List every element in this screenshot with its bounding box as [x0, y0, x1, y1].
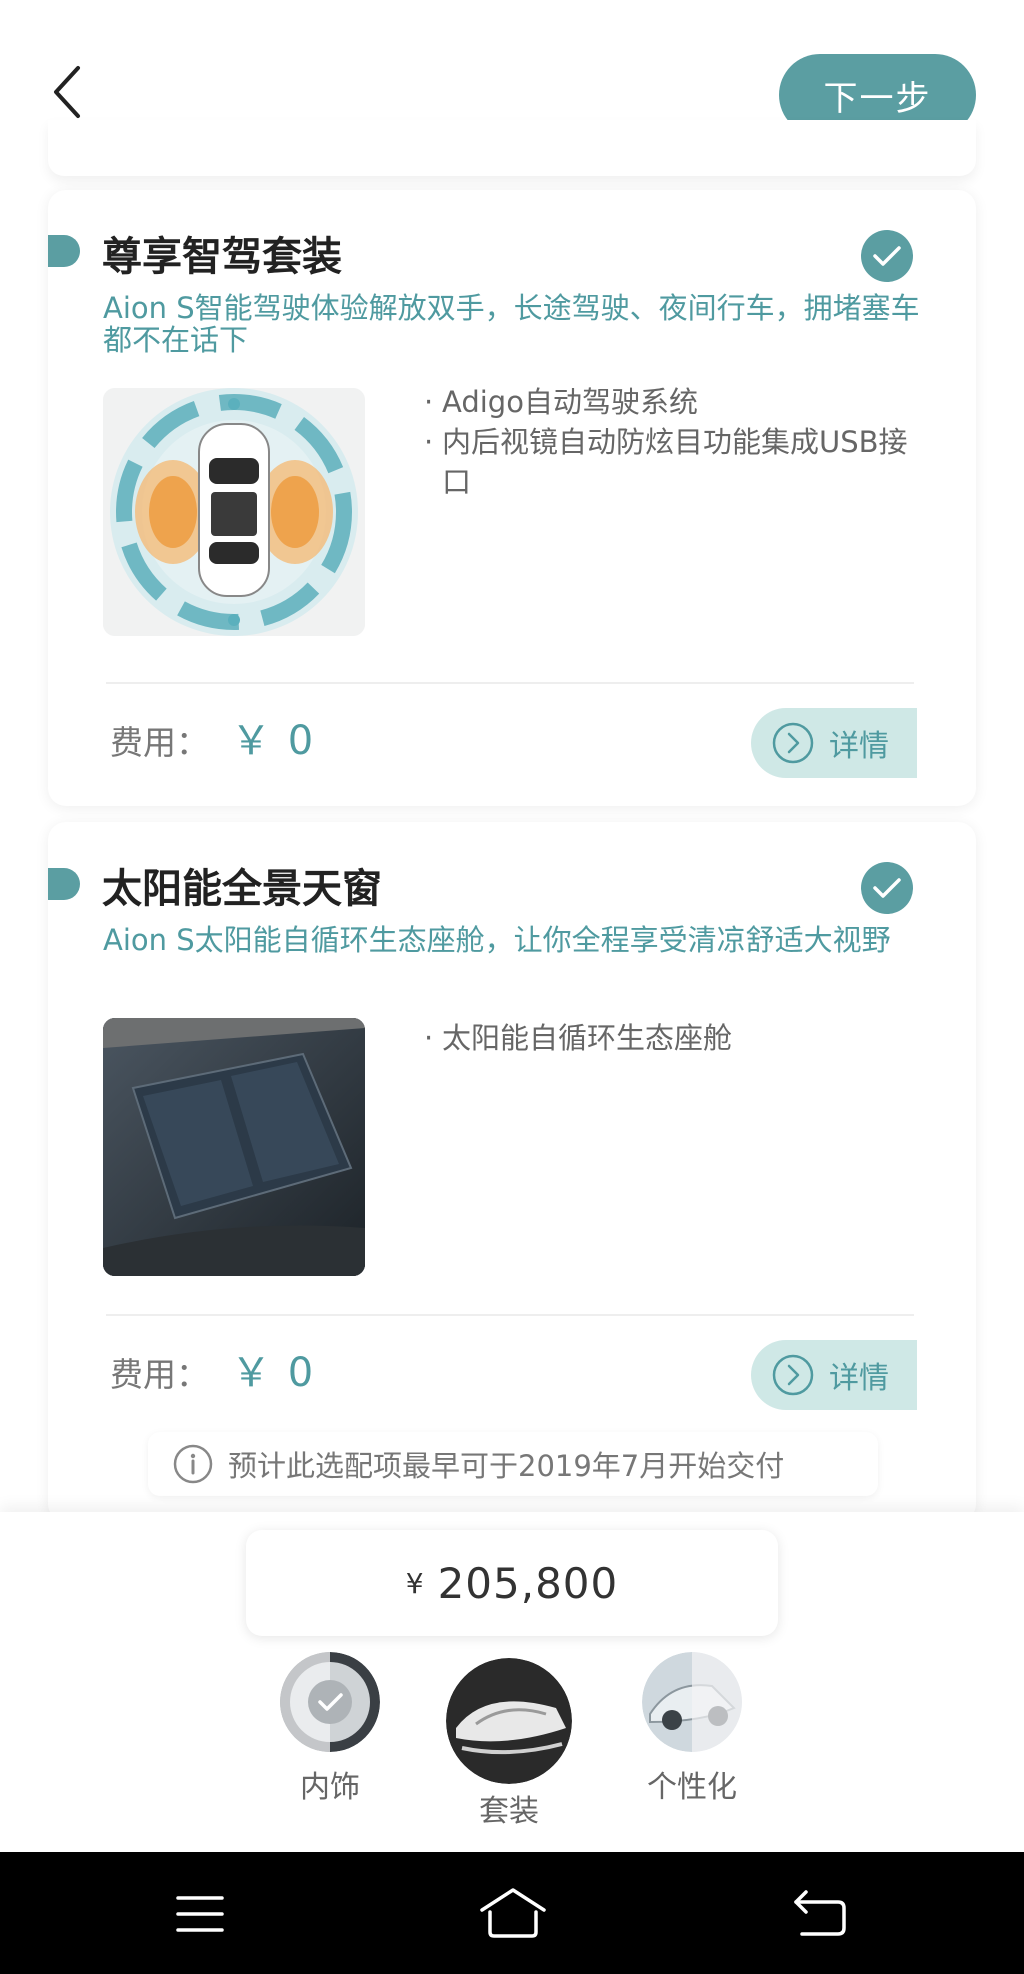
total-price-box: ¥ 205,800	[246, 1530, 778, 1636]
package-select-checkbox[interactable]	[861, 230, 913, 282]
details-button[interactable]: 详情	[751, 1340, 917, 1410]
feature-item: Adigo自动驾驶系统	[424, 382, 924, 422]
currency-symbol: ¥	[405, 1566, 424, 1600]
package-card-solar-sunroof: 太阳能全景天窗 Aion S太阳能自循环生态座舱，让你全程享受清凉舒适大视野 太…	[48, 822, 976, 1522]
fee-value: ￥ 0	[231, 718, 316, 764]
package-select-checkbox[interactable]	[861, 862, 913, 914]
fee-value: ￥ 0	[231, 1350, 316, 1396]
package-title: 太阳能全景天窗	[102, 866, 382, 912]
home-icon	[480, 1888, 546, 1938]
personalize-step-icon	[642, 1652, 742, 1752]
fee-label: 费用：	[110, 1355, 209, 1394]
divider	[106, 1314, 914, 1316]
package-image	[103, 1018, 365, 1276]
tab-label: 个性化	[647, 1770, 737, 1805]
check-icon	[873, 246, 901, 266]
info-icon	[173, 1444, 213, 1484]
divider	[106, 682, 914, 684]
total-price: 205,800	[437, 1558, 619, 1608]
details-label: 详情	[829, 1361, 889, 1396]
fee-label: 费用：	[110, 723, 209, 762]
previous-card-edge	[48, 120, 976, 176]
details-label: 详情	[829, 729, 889, 764]
delivery-notice: 预计此选配项最早可于2019年7月开始交付	[148, 1432, 878, 1496]
tab-interior[interactable]: 内饰	[268, 1652, 392, 1806]
nav-home-button[interactable]	[478, 1884, 548, 1944]
chevron-left-icon	[54, 66, 80, 118]
tab-package[interactable]: 套装	[446, 1658, 572, 1830]
interior-step-icon	[280, 1652, 380, 1752]
check-icon	[873, 878, 901, 898]
bottom-summary-panel: ¥ 205,800 内饰 套装 个性化	[0, 1512, 1024, 1852]
chevron-right-circle-icon	[772, 1354, 814, 1396]
section-marker	[48, 868, 80, 900]
package-description: Aion S智能驾驶体验解放双手，长途驾驶、夜间行车，拥堵塞车都不在话下	[103, 291, 920, 357]
package-card-smart-drive: 尊享智驾套装 Aion S智能驾驶体验解放双手，长途驾驶、夜间行车，拥堵塞车都不…	[48, 190, 976, 806]
delivery-notice-text: 预计此选配项最早可于2019年7月开始交付	[228, 1449, 785, 1483]
chevron-right-circle-icon	[772, 722, 814, 764]
menu-icon	[176, 1896, 224, 1932]
system-navigation-bar	[0, 1852, 1024, 1974]
feature-item: 内后视镜自动防炫目功能集成USB接口	[424, 422, 924, 502]
back-button[interactable]	[48, 62, 88, 122]
details-button[interactable]: 详情	[751, 708, 917, 778]
tab-label: 套装	[479, 1794, 539, 1829]
feature-list: 太阳能自循环生态座舱	[424, 1018, 924, 1058]
back-icon	[794, 1890, 846, 1936]
section-marker	[48, 235, 80, 267]
feature-list: Adigo自动驾驶系统 内后视镜自动防炫目功能集成USB接口	[424, 382, 924, 502]
tab-label: 内饰	[300, 1770, 360, 1805]
package-description: Aion S太阳能自循环生态座舱，让你全程享受清凉舒适大视野	[103, 923, 891, 957]
nav-menu-button[interactable]	[170, 1884, 230, 1944]
tab-personalize[interactable]: 个性化	[630, 1652, 754, 1806]
package-title: 尊享智驾套装	[102, 234, 342, 280]
feature-item: 太阳能自循环生态座舱	[424, 1018, 924, 1058]
package-step-icon	[446, 1658, 572, 1784]
nav-back-button[interactable]	[790, 1884, 850, 1944]
package-image	[103, 388, 365, 636]
